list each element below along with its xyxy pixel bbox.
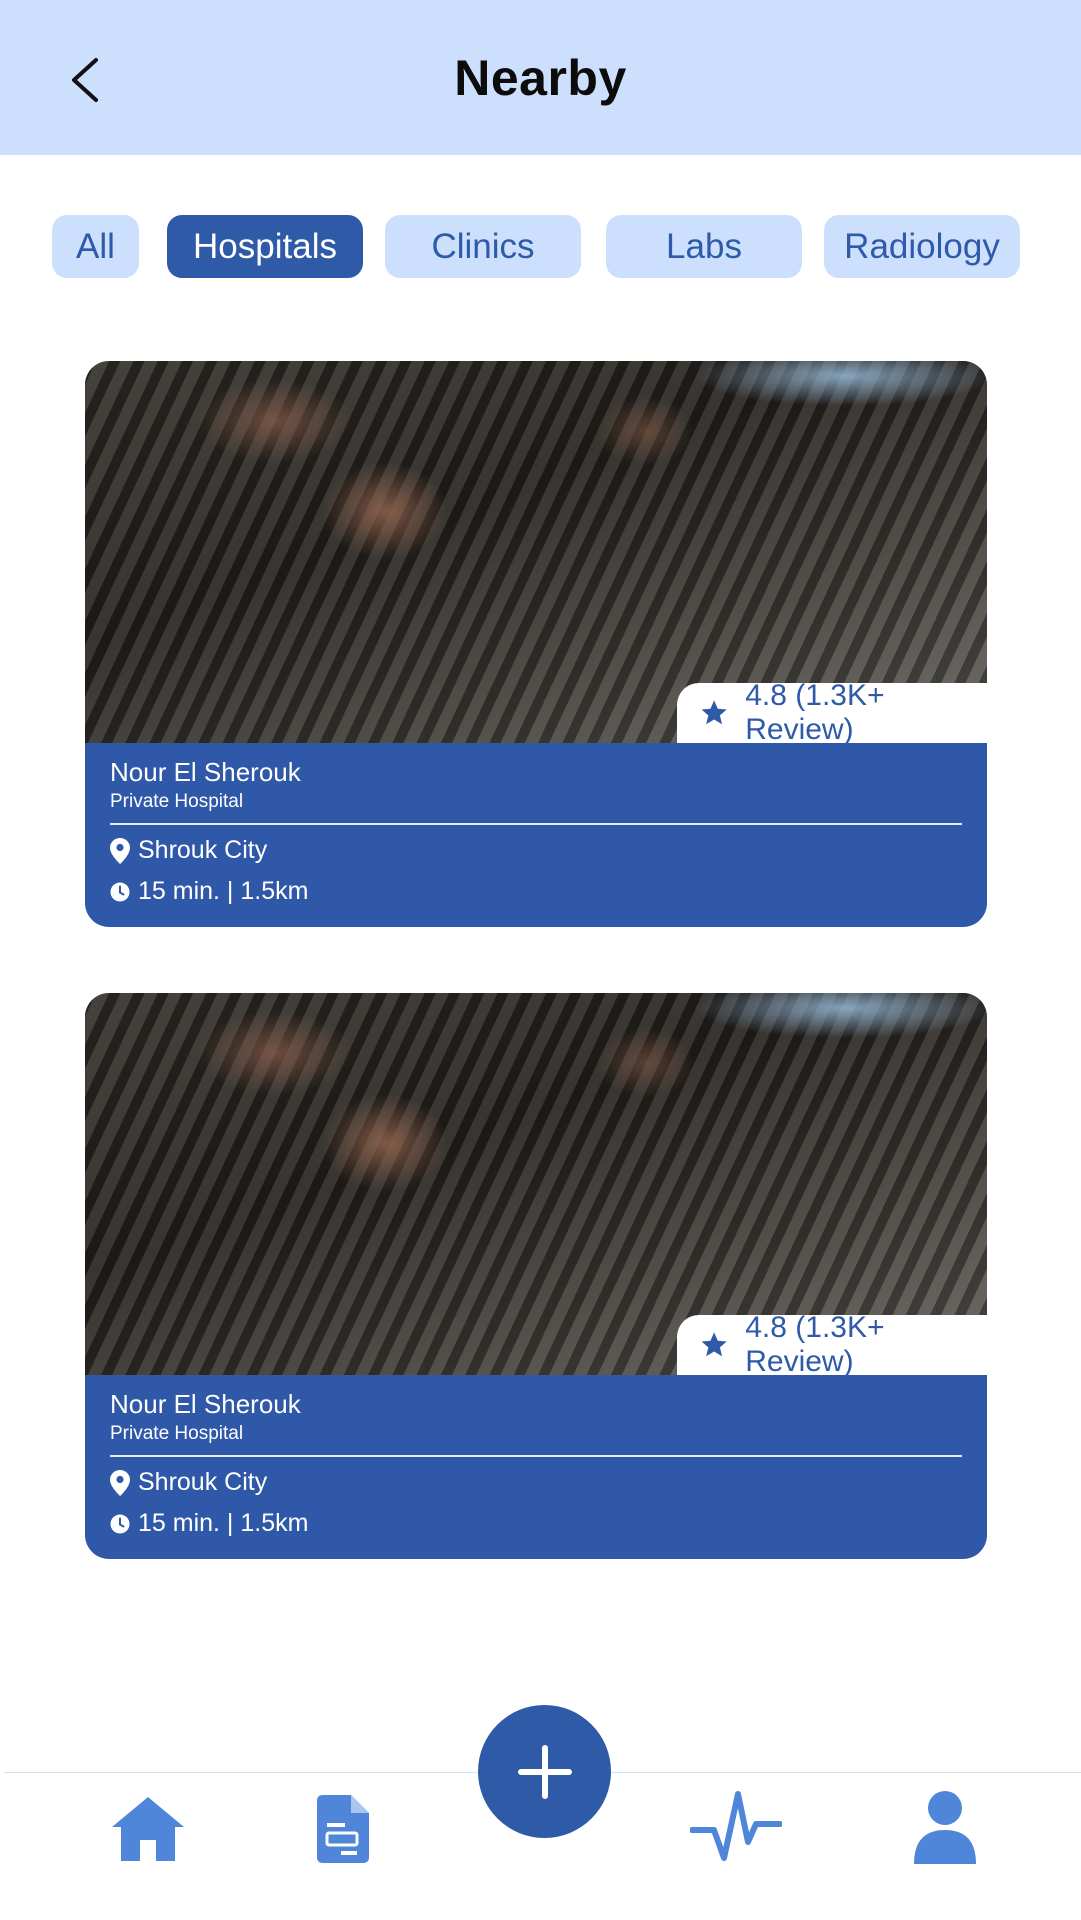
plus-icon	[517, 1744, 572, 1799]
facility-card[interactable]: 4.8 (1.3K+ Review) Nour El Sherouk Priva…	[85, 361, 987, 927]
home-icon[interactable]	[110, 1795, 186, 1863]
card-info: Nour El Sherouk Private Hospital Shrouk …	[110, 1375, 962, 1559]
rating-text: 4.8 (1.3K+ Review)	[745, 1311, 885, 1378]
facility-card[interactable]: 4.8 (1.3K+ Review) Nour El Sherouk Priva…	[85, 993, 987, 1559]
clock-icon	[110, 882, 130, 901]
facility-name: Nour El Sherouk	[110, 757, 301, 787]
back-button[interactable]	[62, 52, 108, 108]
location-text: Shrouk City	[138, 1468, 268, 1496]
rating-badge: 4.8 (1.3K+ Review)	[677, 1311, 987, 1378]
facility-type: Private Hospital	[110, 791, 244, 812]
rating-badge: 4.8 (1.3K+ Review)	[677, 679, 987, 746]
clock-icon	[110, 1514, 130, 1533]
location-pin-icon	[110, 1469, 130, 1496]
distance-text: 15 min. | 1.5km	[138, 1509, 309, 1537]
add-button[interactable]	[478, 1705, 611, 1838]
location-row: Shrouk City	[110, 1468, 267, 1497]
filter-chip-radiology[interactable]: Radiology	[824, 215, 1020, 278]
facility-type: Private Hospital	[110, 1423, 244, 1444]
divider	[110, 1455, 962, 1457]
header-bar: Nearby	[0, 0, 1081, 155]
divider	[110, 823, 962, 825]
filter-chip-hospitals[interactable]: Hospitals	[167, 215, 363, 278]
activity-icon[interactable]	[690, 1790, 782, 1864]
filter-chip-clinics[interactable]: Clinics	[385, 215, 581, 278]
distance-text: 15 min. | 1.5km	[138, 877, 309, 905]
filter-chip-all[interactable]: All	[52, 215, 139, 278]
filter-chip-labs[interactable]: Labs	[606, 215, 802, 278]
location-row: Shrouk City	[110, 836, 267, 865]
page-title: Nearby	[454, 49, 627, 106]
distance-row: 15 min. | 1.5km	[110, 1509, 308, 1538]
location-text: Shrouk City	[138, 836, 268, 864]
profile-icon[interactable]	[912, 1790, 978, 1864]
star-icon	[701, 1332, 727, 1357]
chevron-left-icon	[72, 58, 98, 102]
location-pin-icon	[110, 837, 130, 864]
card-info: Nour El Sherouk Private Hospital Shrouk …	[110, 743, 962, 927]
document-icon[interactable]	[317, 1795, 369, 1863]
star-icon	[701, 700, 727, 725]
rating-text: 4.8 (1.3K+ Review)	[745, 679, 885, 746]
facility-name: Nour El Sherouk	[110, 1389, 301, 1419]
distance-row: 15 min. | 1.5km	[110, 877, 308, 906]
